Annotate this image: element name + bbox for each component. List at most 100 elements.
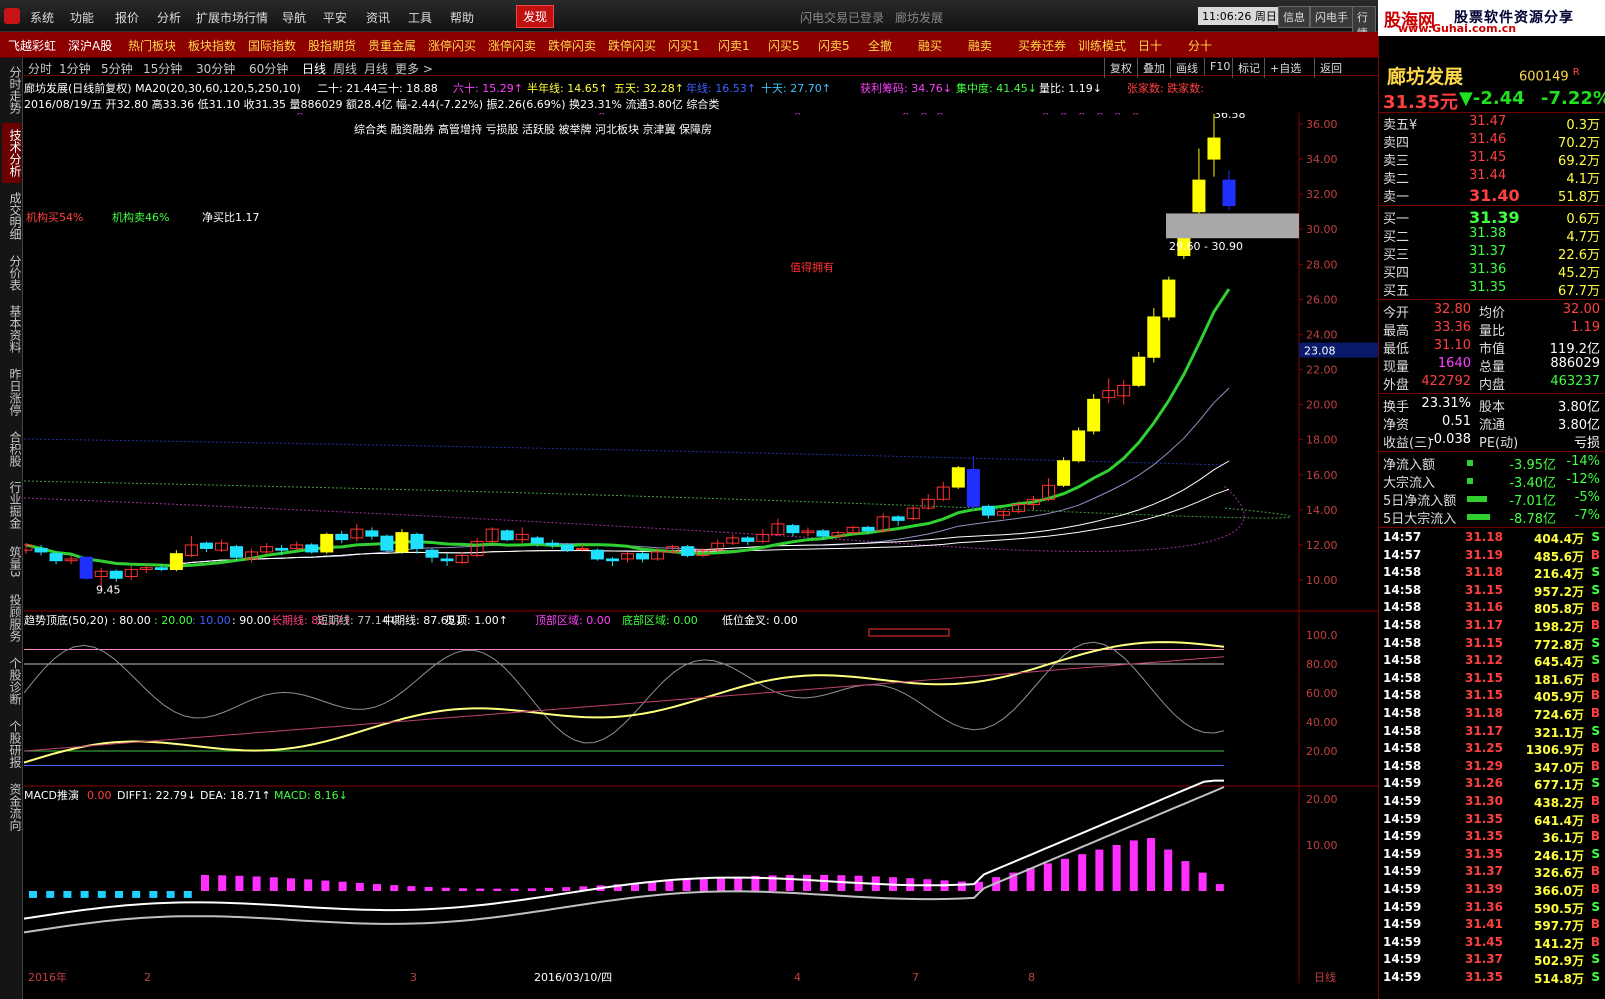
toolbar-btn-0[interactable]: 复权 [1104, 58, 1137, 78]
leftnav-tab-6[interactable]: 合积股 [2, 425, 22, 472]
flash-hand-button[interactable]: 闪电手 [1310, 6, 1353, 28]
leftnav-tab-5[interactable]: 昨日涨停 [2, 362, 22, 422]
hotbar-item-13[interactable]: 闪买5 [768, 37, 800, 54]
tick-time: 14:58 [1383, 688, 1422, 703]
leftnav-tab-11[interactable]: 个股研报 [2, 714, 22, 774]
candle-body [49, 553, 63, 562]
hotbar-item-11[interactable]: 闪买1 [668, 37, 700, 54]
leftnav-tab-10[interactable]: 个股诊断 [2, 651, 22, 711]
menu-item-3[interactable]: 分析 [157, 9, 181, 26]
menu-item-9[interactable]: 帮助 [450, 9, 474, 26]
leftnav-tab-1[interactable]: 技术分析 [2, 123, 22, 183]
ask-label: 卖三 [1383, 154, 1410, 169]
hotbar-item-21[interactable]: 分十 [1188, 37, 1212, 54]
hotbar-item-8[interactable]: 涨停闪卖 [488, 37, 536, 54]
period-2[interactable]: 5分钟 [101, 60, 133, 77]
hotbar-item-1[interactable]: 深沪A股 [68, 37, 112, 54]
hotbar-item-6[interactable]: 贵重金属 [368, 37, 416, 54]
leftnav-tab-12[interactable]: 资金流向 [2, 777, 22, 837]
date-label-1: 2 [144, 971, 151, 983]
toolbar-btn-6[interactable]: 返回 [1314, 58, 1347, 78]
candle-body [380, 535, 394, 551]
ad-banner[interactable]: 股海网 股票软件资源分享 www.Guhai.com.cn [1378, 0, 1605, 36]
hotbar-item-16[interactable]: 融买 [918, 37, 942, 54]
menu-item-5[interactable]: 导航 [282, 9, 306, 26]
ma-label-10: 张家数: 跌家数: [1127, 82, 1204, 95]
stock-name: 廊坊发展 [1387, 66, 1464, 88]
tick-side: B [1590, 618, 1600, 632]
hotbar-item-0[interactable]: 飞越彩虹 [8, 37, 56, 54]
ask-label: 卖一 [1383, 190, 1410, 205]
hotbar-item-19[interactable]: 训练模式 [1078, 37, 1126, 54]
hotbar-item-15[interactable]: 全撤 [868, 37, 892, 54]
menu-item-8[interactable]: 工具 [408, 9, 432, 26]
tick-side: S [1591, 952, 1600, 967]
leftnav-tab-9[interactable]: 投顾服务 [2, 588, 22, 648]
hotbar-item-2[interactable]: 热门板块 [128, 37, 176, 54]
period-0[interactable]: 分时 [28, 60, 52, 77]
hotbar-item-9[interactable]: 跌停闪卖 [548, 37, 596, 54]
ask-price: 31.46 [1469, 132, 1507, 147]
hotbar-item-5[interactable]: 股指期货 [308, 37, 356, 54]
period-1[interactable]: 1分钟 [59, 60, 91, 77]
ask-price: 31.40 [1469, 186, 1520, 205]
info-button[interactable]: 信息 [1278, 6, 1310, 28]
period-5[interactable]: 60分钟 [249, 60, 288, 77]
menu-item-7[interactable]: 资讯 [366, 9, 390, 26]
candle-body [305, 544, 319, 553]
period-bar: 分时 1分钟 5分钟 15分钟 30分钟 60分钟 日线 周线 月线 更多 > 复权 叠加 画线 F10 标… [24, 58, 1378, 78]
hotbar-item-18[interactable]: 买券还券 [1018, 37, 1066, 54]
leftnav-tab-3[interactable]: 分价表 [2, 249, 22, 296]
menu-item-6[interactable]: 平安 [323, 9, 347, 26]
hotbar-item-17[interactable]: 融卖 [968, 37, 992, 54]
toolbar-btn-3[interactable]: F10 [1204, 58, 1235, 75]
macd-bar [1043, 863, 1052, 891]
hotbar-item-7[interactable]: 涨停闪买 [428, 37, 476, 54]
inst-buy-label: 机构买54% [26, 210, 83, 224]
stat-value: 119.2亿 [1549, 342, 1600, 357]
period-4[interactable]: 30分钟 [196, 60, 235, 77]
tick-side: S [1591, 635, 1600, 650]
tick-volume: 438.2万 [1534, 796, 1584, 810]
period-8[interactable]: 月线 [364, 60, 388, 77]
stat-key: 换手 [1383, 400, 1410, 415]
tick-row: 14:59 31.35 36.1万 B [1379, 829, 1605, 847]
macd-bar [476, 888, 485, 891]
candle-body [169, 553, 183, 570]
leftnav-tab-2[interactable]: 成交明细 [2, 186, 22, 246]
period-6[interactable]: 日线 [302, 60, 326, 77]
macd-bar [201, 874, 209, 891]
leftnav-tab-7[interactable]: 行业掘金 [2, 475, 22, 535]
menu-item-4[interactable]: 扩展市场行情 [196, 9, 268, 26]
macd-bar [527, 888, 536, 891]
menu-item-0[interactable]: 系统 [30, 9, 54, 26]
price-tick-label: 16.00 [1306, 469, 1338, 482]
hotbar-item-3[interactable]: 板块指数 [188, 37, 236, 54]
menu-item-2[interactable]: 报价 [115, 9, 139, 26]
period-9[interactable]: 更多 > [395, 60, 433, 77]
period-7[interactable]: 周线 [333, 60, 357, 77]
period-3[interactable]: 15分钟 [143, 60, 182, 77]
menu-item-discover[interactable]: 发现 [516, 5, 555, 28]
main-chart[interactable]: 36.0034.0032.0030.0028.0026.0024.0022.00… [24, 113, 1378, 983]
tick-side: B [1590, 917, 1600, 932]
hotbar-item-10[interactable]: 跌停闪买 [608, 37, 656, 54]
price-tick-label: 12.00 [1306, 539, 1338, 552]
macd-bar [1181, 861, 1190, 891]
leftnav-tab-8[interactable]: 筑量3 [2, 538, 22, 585]
stat-value: 3.80亿 [1558, 400, 1600, 415]
tick-time: 14:59 [1383, 882, 1422, 896]
menu-item-1[interactable]: 功能 [70, 9, 94, 26]
hotbar-item-20[interactable]: 日十 [1138, 37, 1162, 54]
leftnav-tab-0[interactable]: 分时走势 [2, 60, 22, 120]
toolbar-btn-1[interactable]: 叠加 [1137, 58, 1170, 78]
toolbar-btn-4[interactable]: 标记 [1232, 58, 1265, 78]
hotbar-item-14[interactable]: 闪卖5 [818, 37, 850, 54]
toolbar-btn-5[interactable]: +自选 [1264, 58, 1306, 78]
hotbar-item-4[interactable]: 国际指数 [248, 37, 296, 54]
hotbar-item-12[interactable]: 闪卖1 [718, 37, 750, 54]
toolbar-btn-2[interactable]: 画线 [1170, 58, 1203, 78]
leftnav-tab-4[interactable]: 基本资料 [2, 299, 22, 359]
right-quote-panel: 廊坊发展 600149 R 31.35元 ▼-2.44 -7.22% 卖五¥ 31… [1378, 36, 1605, 999]
tick-row: 14:58 31.15 957.2万 S [1379, 583, 1605, 601]
